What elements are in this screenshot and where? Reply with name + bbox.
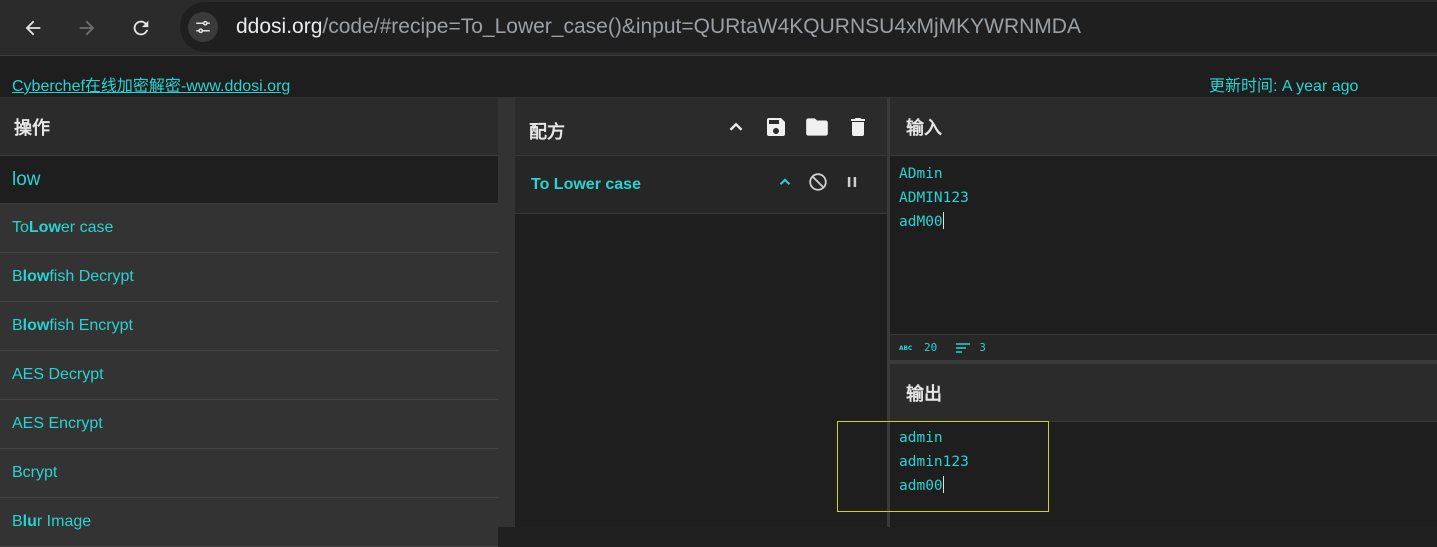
recipe-title: 配方 <box>529 122 565 142</box>
operation-item-match: low <box>22 317 50 334</box>
line-count: 3 <box>979 341 986 354</box>
breakpoint-button[interactable] <box>840 170 864 194</box>
panel-divider[interactable] <box>498 98 515 527</box>
operation-item-text: To <box>12 219 29 236</box>
operations-search-input[interactable] <box>12 168 482 191</box>
input-line: adM00 <box>899 210 1437 234</box>
input-line: ADMIN123 <box>899 190 969 206</box>
output-title: 输出 <box>890 364 1437 422</box>
folder-icon <box>806 118 828 136</box>
operation-item-match: lu <box>22 513 37 530</box>
operations-list: To Low er case Blow fish Decrypt Blow fish En… <box>0 204 498 547</box>
char-count: 20 <box>924 341 938 354</box>
input-line: ADmin <box>899 166 943 182</box>
address-bar[interactable]: ddosi.org/code/#recipe=To_Lower_case()&i… <box>180 2 1437 52</box>
url-host: ddosi.org <box>236 15 323 38</box>
operation-item-text: B <box>12 513 23 530</box>
tune-icon <box>196 20 210 34</box>
input-panel: 输入 ADmin ADMIN123 adM00 ABC 20 3 <box>890 98 1437 360</box>
operation-item-text: fish Encrypt <box>49 317 133 334</box>
svg-text:ABC: ABC <box>899 346 912 351</box>
char-count-icon: ABC <box>899 346 912 351</box>
pause-icon <box>847 177 857 187</box>
save-recipe-button[interactable] <box>763 114 789 140</box>
collapse-all-button[interactable] <box>723 114 749 140</box>
recipe-operation-name: To Lower case <box>531 176 641 193</box>
text-caret <box>942 212 944 229</box>
operation-item[interactable]: AES Encrypt <box>0 400 498 449</box>
chevron-up-icon <box>729 122 743 131</box>
arrow-left-icon <box>25 20 41 36</box>
reload-icon <box>133 20 149 36</box>
back-button[interactable] <box>18 13 48 43</box>
operations-search[interactable] <box>0 156 498 204</box>
collapse-operation-button[interactable] <box>773 170 797 194</box>
trash-icon <box>851 118 865 136</box>
clear-recipe-button[interactable] <box>845 114 871 140</box>
updated-time: 更新时间: A year ago <box>1209 78 1359 95</box>
input-line-text: adM00 <box>899 214 943 230</box>
operation-item-text: r Image <box>36 513 92 530</box>
operation-item[interactable]: To Low er case <box>0 204 498 253</box>
highlight-box <box>837 421 1049 512</box>
operation-item[interactable]: Blu r Image <box>0 498 498 547</box>
input-status-bar: ABC 20 3 <box>890 334 1437 360</box>
chevron-up-icon <box>779 178 791 185</box>
recipe-header: 配方 <box>515 98 887 156</box>
url-path: /code/#recipe=To_Lower_case()&input=QURt… <box>322 15 1081 38</box>
operation-item-match: Low <box>28 219 61 236</box>
browser-toolbar: ddosi.org/code/#recipe=To_Lower_case()&i… <box>0 0 1437 56</box>
site-link[interactable]: Cyberchef在线加密解密-www.ddosi.org <box>12 72 290 96</box>
operation-item[interactable]: Blow fish Decrypt <box>0 253 498 302</box>
operations-panel: 操作 To Lower caseBlowfish DecryptBlowfish… <box>0 98 498 547</box>
disable-operation-button[interactable] <box>806 170 830 194</box>
recipe-operation[interactable]: To Lower case <box>515 156 887 214</box>
line-count-icon <box>956 342 971 353</box>
forward-button[interactable] <box>72 13 102 43</box>
operation-item[interactable]: Blow fish Encrypt <box>0 302 498 351</box>
operation-item-match: low <box>22 268 50 285</box>
operation-item-text: B <box>12 317 23 334</box>
operation-item-text: AES Encrypt <box>12 415 103 432</box>
operations-title: 操作 <box>0 98 498 156</box>
arrow-right-icon <box>79 20 95 36</box>
disable-icon <box>809 173 827 191</box>
input-title: 输入 <box>890 98 1437 156</box>
load-recipe-button[interactable] <box>804 114 830 140</box>
operation-item[interactable]: AES Decrypt <box>0 351 498 400</box>
site-banner: Cyberchef在线加密解密-www.ddosi.org 更新时间: A ye… <box>0 56 1437 98</box>
operation-item-text: fish Decrypt <box>49 268 134 285</box>
url-text[interactable]: ddosi.org/code/#recipe=To_Lower_case()&i… <box>236 15 1081 39</box>
operation-item-text: AES Decrypt <box>12 366 104 383</box>
reload-button[interactable] <box>126 13 156 43</box>
site-info-button[interactable] <box>188 12 218 42</box>
operation-item-text: Bcrypt <box>12 464 58 481</box>
operation-item-text: B <box>12 268 23 285</box>
operation-item-text: er case <box>60 219 114 236</box>
operation-item[interactable]: Bcrypt <box>0 449 498 498</box>
save-icon <box>767 118 785 136</box>
recipe-panel: 配方 To Lower case <box>515 98 887 527</box>
input-textarea[interactable]: ADmin ADMIN123 adM00 <box>890 156 1437 234</box>
